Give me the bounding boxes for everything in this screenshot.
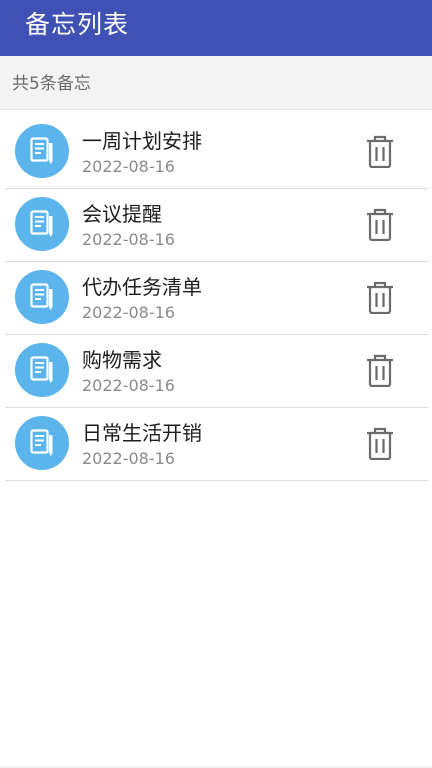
memo-date: 2022-08-16 xyxy=(82,449,175,468)
memo-list: 一周计划安排 2022-08-16 会议提醒 2022-08-16 代办任务清单… xyxy=(5,116,428,481)
delete-button[interactable] xyxy=(360,278,400,318)
memo-title: 代办任务清单 xyxy=(82,275,202,299)
memo-title: 购物需求 xyxy=(82,348,162,372)
app-bar: 备忘列表 xyxy=(0,0,432,56)
memo-list-item[interactable]: 会议提醒 2022-08-16 xyxy=(5,189,428,262)
trash-icon xyxy=(367,354,393,387)
memo-avatar xyxy=(15,416,69,470)
memo-title: 会议提醒 xyxy=(82,202,162,226)
memo-list-item[interactable]: 日常生活开销 2022-08-16 xyxy=(5,408,428,481)
note-icon xyxy=(30,283,53,310)
trash-icon xyxy=(367,427,393,460)
memo-date: 2022-08-16 xyxy=(82,303,175,322)
note-icon xyxy=(30,429,53,456)
trash-icon xyxy=(367,135,393,168)
memo-list-screen: 备忘列表 共5条备忘 一周计划安排 2022-08-16 会议提醒 2022-0… xyxy=(0,0,432,768)
trash-icon xyxy=(367,208,393,241)
memo-date: 2022-08-16 xyxy=(82,157,175,176)
delete-button[interactable] xyxy=(360,132,400,172)
memo-avatar xyxy=(15,197,69,251)
note-icon xyxy=(30,356,53,383)
memo-list-item[interactable]: 购物需求 2022-08-16 xyxy=(5,335,428,408)
memo-date: 2022-08-16 xyxy=(82,376,175,395)
memo-date: 2022-08-16 xyxy=(82,230,175,249)
delete-button[interactable] xyxy=(360,351,400,391)
memo-count-label: 共5条备忘 xyxy=(12,74,91,94)
delete-button[interactable] xyxy=(360,424,400,464)
trash-icon xyxy=(367,281,393,314)
memo-avatar xyxy=(15,124,69,178)
note-icon xyxy=(30,137,53,164)
note-icon xyxy=(30,210,53,237)
memo-avatar xyxy=(15,343,69,397)
memo-list-item[interactable]: 代办任务清单 2022-08-16 xyxy=(5,262,428,335)
delete-button[interactable] xyxy=(360,205,400,245)
memo-title: 一周计划安排 xyxy=(82,129,202,153)
memo-count-bar: 共5条备忘 xyxy=(0,56,432,110)
memo-title: 日常生活开销 xyxy=(82,421,202,445)
memo-avatar xyxy=(15,270,69,324)
memo-list-item[interactable]: 一周计划安排 2022-08-16 xyxy=(5,116,428,189)
page-title: 备忘列表 xyxy=(25,10,130,39)
